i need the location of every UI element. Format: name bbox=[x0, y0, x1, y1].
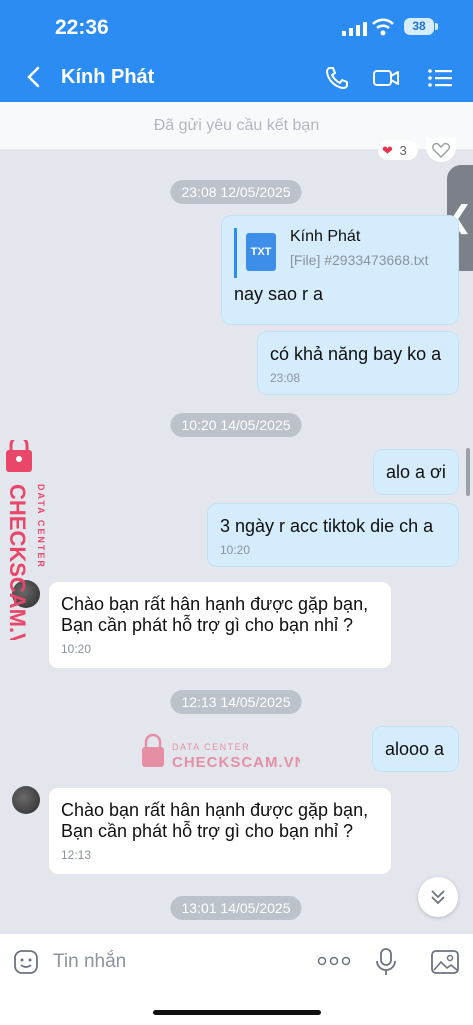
sticker-icon[interactable] bbox=[12, 948, 40, 976]
date-separator: 10:20 14/05/2025 bbox=[170, 413, 302, 437]
mic-icon[interactable] bbox=[374, 947, 398, 977]
home-indicator bbox=[153, 1010, 321, 1015]
file-message-bubble[interactable]: TXT Kính Phát [File] #2933473668.txt nay… bbox=[221, 215, 459, 325]
watermark-vertical: CHECKSCAM.VN DATA CENTER bbox=[6, 440, 46, 640]
message-text: Chào bạn rất hân hạnh được gặp bạn, bbox=[61, 594, 369, 614]
watermark-center: DATA CENTER CHECKSCAM.VN bbox=[142, 733, 300, 771]
more-icon[interactable] bbox=[317, 954, 351, 968]
heart-outline-icon bbox=[432, 142, 450, 159]
chevron-down-double-icon bbox=[431, 890, 445, 905]
wifi-icon bbox=[372, 18, 394, 36]
message-text: Chào bạn rất hân hạnh được gặp bạn, bbox=[61, 800, 369, 820]
outgoing-message[interactable]: alooo a bbox=[372, 726, 459, 772]
message-time: 10:20 bbox=[61, 642, 92, 656]
status-time: 22:36 bbox=[55, 16, 109, 39]
watermark-top-text: DATA CENTER bbox=[172, 742, 250, 752]
reaction-badge[interactable]: ❤ 3 bbox=[378, 140, 418, 160]
watermark-brand: CHECKSCAM.VN bbox=[6, 484, 30, 640]
message-text: alooo a bbox=[385, 739, 445, 759]
message-input-bar: Tin nhắn bbox=[0, 933, 473, 1025]
scroll-down-button[interactable] bbox=[418, 877, 458, 917]
scrollbar[interactable] bbox=[466, 448, 470, 496]
message-text: alo a ơi bbox=[386, 462, 446, 482]
message-input[interactable]: Tin nhắn bbox=[53, 951, 126, 973]
react-button[interactable] bbox=[426, 138, 456, 162]
reaction-count: 3 bbox=[399, 143, 407, 158]
date-separator: 13:01 14/05/2025 bbox=[170, 896, 302, 920]
message-text: nay sao r a bbox=[234, 284, 324, 304]
outgoing-message[interactable]: 3 ngày r acc tiktok die ch a 10:20 bbox=[207, 503, 459, 567]
file-label[interactable]: [File] #2933473668.txt bbox=[290, 252, 429, 268]
txt-file-icon[interactable]: TXT bbox=[246, 233, 276, 271]
message-text: có khả năng bay ko a bbox=[270, 344, 442, 364]
message-time: 10:20 bbox=[220, 543, 251, 557]
incoming-message[interactable]: Chào bạn rất hân hạnh được gặp bạn, Bạn … bbox=[48, 581, 392, 669]
chevron-left-icon[interactable] bbox=[20, 62, 48, 92]
message-time: 12:13 bbox=[61, 848, 92, 862]
incoming-message[interactable]: Chào bạn rất hân hạnh được gặp bạn, Bạn … bbox=[48, 787, 392, 875]
date-separator: 12:13 14/05/2025 bbox=[170, 690, 302, 714]
avatar[interactable] bbox=[12, 786, 40, 814]
file-sender: Kính Phát bbox=[290, 228, 361, 245]
phone-icon[interactable] bbox=[323, 64, 351, 92]
watermark-brand: CHECKSCAM.VN bbox=[172, 754, 300, 771]
heart-icon: ❤ bbox=[382, 143, 393, 158]
outgoing-message[interactable]: có khả năng bay ko a 23:08 bbox=[257, 331, 459, 395]
video-icon[interactable] bbox=[372, 64, 400, 92]
quote-bar bbox=[234, 228, 237, 278]
message-text: Bạn cần phát hỗ trợ gì cho bạn nhỉ ? bbox=[61, 615, 354, 635]
battery-indicator: 38 bbox=[404, 18, 438, 35]
message-time: 23:08 bbox=[270, 371, 301, 385]
date-separator: 23:08 12/05/2025 bbox=[170, 180, 302, 204]
watermark-top-text: DATA CENTER bbox=[36, 484, 46, 569]
menu-list-icon[interactable] bbox=[426, 64, 454, 92]
image-icon[interactable] bbox=[430, 948, 460, 976]
message-text: 3 ngày r acc tiktok die ch a bbox=[220, 516, 434, 536]
chat-header: Kính Phát bbox=[0, 52, 473, 102]
contact-name[interactable]: Kính Phát bbox=[61, 66, 154, 89]
signal-icon bbox=[342, 22, 367, 36]
status-bar: 22:36 38 bbox=[0, 0, 473, 52]
outgoing-message[interactable]: alo a ơi bbox=[373, 449, 459, 495]
message-text: Bạn cần phát hỗ trợ gì cho bạn nhỉ ? bbox=[61, 821, 354, 841]
